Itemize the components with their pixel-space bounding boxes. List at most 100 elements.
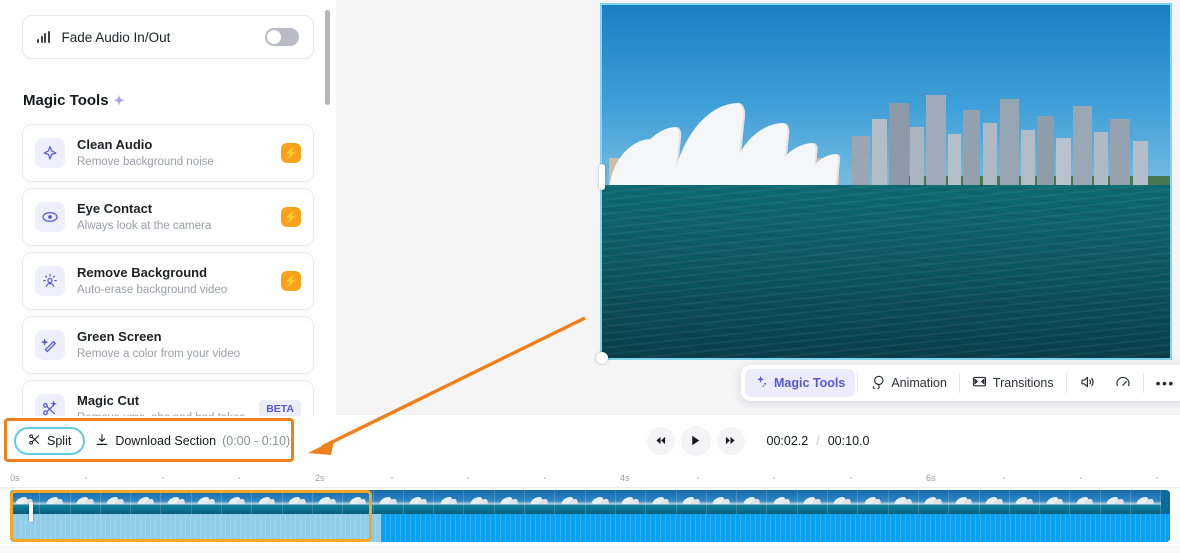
toolbar-tab-animation[interactable]: Animation bbox=[860, 369, 957, 397]
download-section-button[interactable]: Download Section (0:00 - 0:10) bbox=[95, 433, 290, 450]
tool-item-green-screen[interactable]: Green Screen Remove a color from your vi… bbox=[22, 316, 314, 374]
thumbnail-frame bbox=[222, 490, 253, 514]
thumbnail-frame bbox=[706, 490, 738, 514]
toolbar-tab-transitions[interactable]: Transitions bbox=[962, 369, 1064, 397]
ruler-tick-label: 6s bbox=[926, 473, 936, 483]
thumbnail-frame bbox=[646, 490, 677, 514]
thumbnail-frame bbox=[949, 490, 980, 514]
thumbnail-frame bbox=[1009, 490, 1041, 514]
toolbar-divider bbox=[958, 373, 960, 393]
tool-title: Green Screen bbox=[77, 328, 162, 344]
tool-item-clean-audio[interactable]: Clean Audio Remove background noise ⚡ bbox=[22, 124, 314, 182]
left-sidebar-panel: Fade Audio In/Out Magic Tools ✦ Clean Au… bbox=[0, 0, 336, 420]
tool-text: Green Screen Remove a color from your vi… bbox=[77, 329, 301, 362]
thumbnail-frame bbox=[343, 490, 374, 514]
download-icon bbox=[95, 433, 109, 450]
thumbnail-frame bbox=[494, 490, 526, 514]
tool-text: Eye Contact Always look at the camera bbox=[77, 201, 269, 234]
sidebar-scrollbar[interactable] bbox=[325, 10, 330, 105]
thumbnail-frame bbox=[100, 490, 132, 514]
ruler-minor-tick bbox=[697, 477, 699, 479]
split-button[interactable]: Split bbox=[14, 427, 86, 455]
ruler-tick-label: 2s bbox=[315, 473, 325, 483]
total-time: 00:10.0 bbox=[827, 433, 870, 448]
split-button-label: Split bbox=[47, 434, 72, 448]
thumbnail-frame bbox=[252, 490, 283, 514]
magic-tools-heading-label: Magic Tools bbox=[23, 92, 109, 109]
playback-controls: 00:02.2 / 00:10.0 bbox=[646, 425, 870, 456]
toolbar-divider bbox=[1065, 373, 1067, 393]
eye-icon bbox=[35, 202, 65, 232]
timeline-playhead[interactable] bbox=[29, 502, 33, 522]
pro-badge-icon: ⚡ bbox=[281, 207, 301, 227]
tool-item-magic-cut[interactable]: Magic Cut Remove ums, ahs and bad takes … bbox=[22, 380, 314, 420]
water-region bbox=[602, 185, 1170, 358]
thumbnail-frame bbox=[615, 490, 647, 514]
thumbnail-frame bbox=[767, 490, 798, 514]
filmstrip-thumbnails bbox=[10, 490, 1170, 514]
toolbar-divider bbox=[857, 373, 859, 393]
fade-audio-toggle[interactable] bbox=[265, 28, 299, 46]
magic-tools-heading: Magic Tools ✦ bbox=[23, 92, 124, 109]
rewind-button[interactable] bbox=[646, 426, 675, 455]
toolbar-tab-label: Animation bbox=[891, 376, 947, 390]
scissors-icon bbox=[28, 433, 41, 449]
play-button[interactable] bbox=[680, 425, 711, 456]
audio-bars-icon bbox=[37, 31, 50, 43]
thumbnail-frame bbox=[191, 490, 223, 514]
resize-handle-left[interactable] bbox=[599, 163, 605, 190]
video-clip[interactable] bbox=[10, 490, 1170, 542]
tool-title: Eye Contact bbox=[77, 200, 153, 216]
volume-icon bbox=[1079, 374, 1095, 393]
tool-title: Remove Background bbox=[77, 264, 208, 280]
download-section-range: (0:00 - 0:10) bbox=[222, 434, 291, 448]
toolbar-speed-button[interactable] bbox=[1105, 369, 1141, 397]
ruler-minor-tick bbox=[1003, 477, 1005, 479]
tool-title: Clean Audio bbox=[77, 136, 153, 152]
speed-gauge-icon bbox=[1115, 374, 1131, 393]
resize-handle-bottom-left[interactable] bbox=[596, 352, 608, 364]
thumbnail-frame bbox=[40, 490, 71, 514]
thumbnail-frame bbox=[10, 490, 41, 514]
ruler-minor-tick bbox=[544, 477, 546, 479]
fast-forward-button[interactable] bbox=[716, 426, 745, 455]
thumbnail-frame bbox=[525, 490, 556, 514]
thumbnail-frame bbox=[888, 490, 919, 514]
current-time: 00:02.2 bbox=[766, 433, 809, 448]
pro-badge-icon: ⚡ bbox=[281, 271, 301, 291]
video-preview-selection[interactable] bbox=[596, 3, 1172, 364]
toolbar-more-button[interactable]: ••• bbox=[1146, 369, 1180, 397]
pro-badge-icon: ⚡ bbox=[281, 143, 301, 163]
toolbar-tab-magic-tools[interactable]: Magic Tools bbox=[745, 369, 856, 397]
audio-waveform bbox=[10, 514, 1170, 542]
tool-subtitle: Remove background noise bbox=[77, 155, 214, 168]
tool-subtitle: Always look at the camera bbox=[77, 219, 212, 232]
transitions-icon bbox=[972, 374, 987, 392]
tool-text: Remove Background Auto-erase background … bbox=[77, 265, 269, 298]
ruler-minor-tick bbox=[1156, 477, 1158, 479]
toolbar-tab-label: Transitions bbox=[992, 376, 1054, 390]
fade-audio-row[interactable]: Fade Audio In/Out bbox=[22, 15, 314, 59]
thumbnail-frame bbox=[585, 490, 616, 514]
tool-text: Clean Audio Remove background noise bbox=[77, 137, 269, 170]
timeline-track[interactable] bbox=[0, 488, 1180, 546]
ruler-minor-tick bbox=[850, 477, 852, 479]
thumbnail-frame bbox=[918, 490, 950, 514]
thumbnail-frame bbox=[555, 490, 586, 514]
preview-stage bbox=[336, 0, 1180, 414]
ruler-minor-tick bbox=[162, 477, 164, 479]
thumbnail-frame bbox=[312, 490, 344, 514]
toolbar-volume-button[interactable] bbox=[1069, 369, 1105, 397]
thumbnail-frame bbox=[131, 490, 162, 514]
tool-item-remove-background[interactable]: Remove Background Auto-erase background … bbox=[22, 252, 314, 310]
video-preview[interactable] bbox=[602, 5, 1170, 358]
thumbnail-frame bbox=[1070, 490, 1101, 514]
tool-item-eye-contact[interactable]: Eye Contact Always look at the camera ⚡ bbox=[22, 188, 314, 246]
sparkle-icon bbox=[35, 138, 65, 168]
timeline-ruler[interactable]: 0s 2s 4s 6s bbox=[0, 466, 1180, 488]
ruler-tick-label: 4s bbox=[620, 473, 630, 483]
thumbnail-frame bbox=[1130, 490, 1162, 514]
time-display: 00:02.2 / 00:10.0 bbox=[767, 434, 870, 448]
magic-wand-icon bbox=[35, 330, 65, 360]
time-separator: / bbox=[816, 433, 820, 448]
